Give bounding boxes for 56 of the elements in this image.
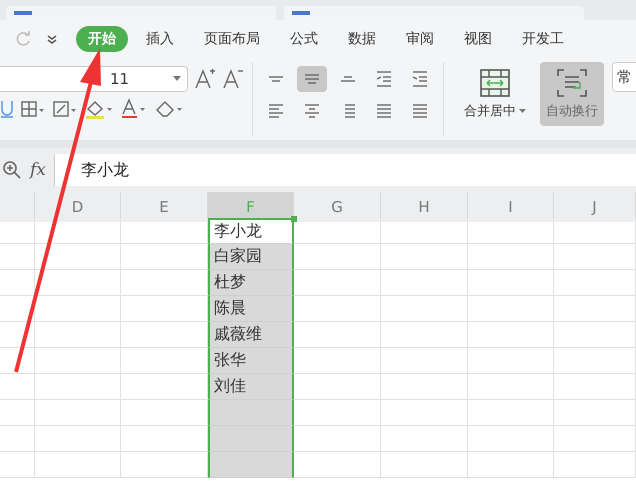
merge-cells-icon: [479, 68, 511, 98]
align-top-icon: [268, 76, 284, 82]
empty-cell: [0, 374, 35, 400]
table-cell: 刘佳: [208, 374, 294, 400]
table-cell: 张华: [208, 348, 294, 374]
column-header[interactable]: J: [554, 192, 636, 222]
table-cell: 白家园: [208, 244, 294, 270]
merge-center-button[interactable]: 合并居中: [458, 62, 532, 126]
table-cell: 陈晨: [208, 296, 294, 322]
column-header[interactable]: I: [468, 192, 554, 222]
empty-cell: [0, 400, 35, 426]
text-align-icon: [376, 104, 392, 118]
column-header[interactable]: H: [381, 192, 468, 222]
menu-tab[interactable]: 页面布局: [192, 26, 272, 52]
font-color-icon[interactable]: [120, 98, 148, 120]
empty-cell: [0, 218, 35, 244]
borders-icon[interactable]: [20, 99, 46, 119]
cell-fill-icon[interactable]: [52, 99, 78, 119]
formula-field[interactable]: 李小龙: [54, 154, 636, 186]
wrap-text-icon: [556, 68, 588, 98]
column-header[interactable]: D: [35, 192, 121, 222]
column-header[interactable]: E: [121, 192, 208, 222]
empty-cell: [0, 244, 35, 270]
style-field[interactable]: 常: [612, 62, 636, 92]
caret-icon: [519, 108, 526, 114]
caret-icon[interactable]: [173, 76, 181, 82]
align-bottom-icon: [340, 76, 356, 82]
zoom-icon[interactable]: [2, 160, 22, 180]
empty-cell: [0, 270, 35, 296]
align-outdent-icon: [376, 71, 392, 87]
empty-cell: [0, 322, 35, 348]
text-align-icon: [304, 104, 320, 118]
fill-handle[interactable]: [291, 216, 297, 222]
table-cell: 李小龙: [208, 218, 294, 244]
table-cell: 戚薇维: [208, 322, 294, 348]
menu-tab[interactable]: 开发工: [510, 26, 576, 52]
underline-icon[interactable]: [0, 99, 14, 119]
empty-cell: [0, 426, 35, 452]
menu-tab[interactable]: 公式: [278, 26, 330, 52]
align-indent-icon: [412, 71, 428, 87]
menu-tab[interactable]: 审阅: [394, 26, 446, 52]
menu-tab[interactable]: 视图: [452, 26, 504, 52]
empty-cell: [0, 348, 35, 374]
table-cell: 杜梦: [208, 270, 294, 296]
decrease-font-icon[interactable]: [222, 68, 244, 90]
menu-tab[interactable]: 数据: [336, 26, 388, 52]
text-align-icon: [268, 104, 284, 118]
increase-font-icon[interactable]: [194, 68, 216, 90]
empty-cell: [0, 452, 35, 478]
align-button[interactable]: [297, 66, 327, 92]
font-size-field[interactable]: 11: [0, 66, 188, 92]
align-middle-icon: [304, 74, 320, 84]
text-align-icon: [412, 104, 428, 118]
column-header[interactable]: G: [294, 192, 381, 222]
menu-tab[interactable]: 插入: [134, 26, 186, 52]
function-label[interactable]: fx: [30, 160, 46, 180]
